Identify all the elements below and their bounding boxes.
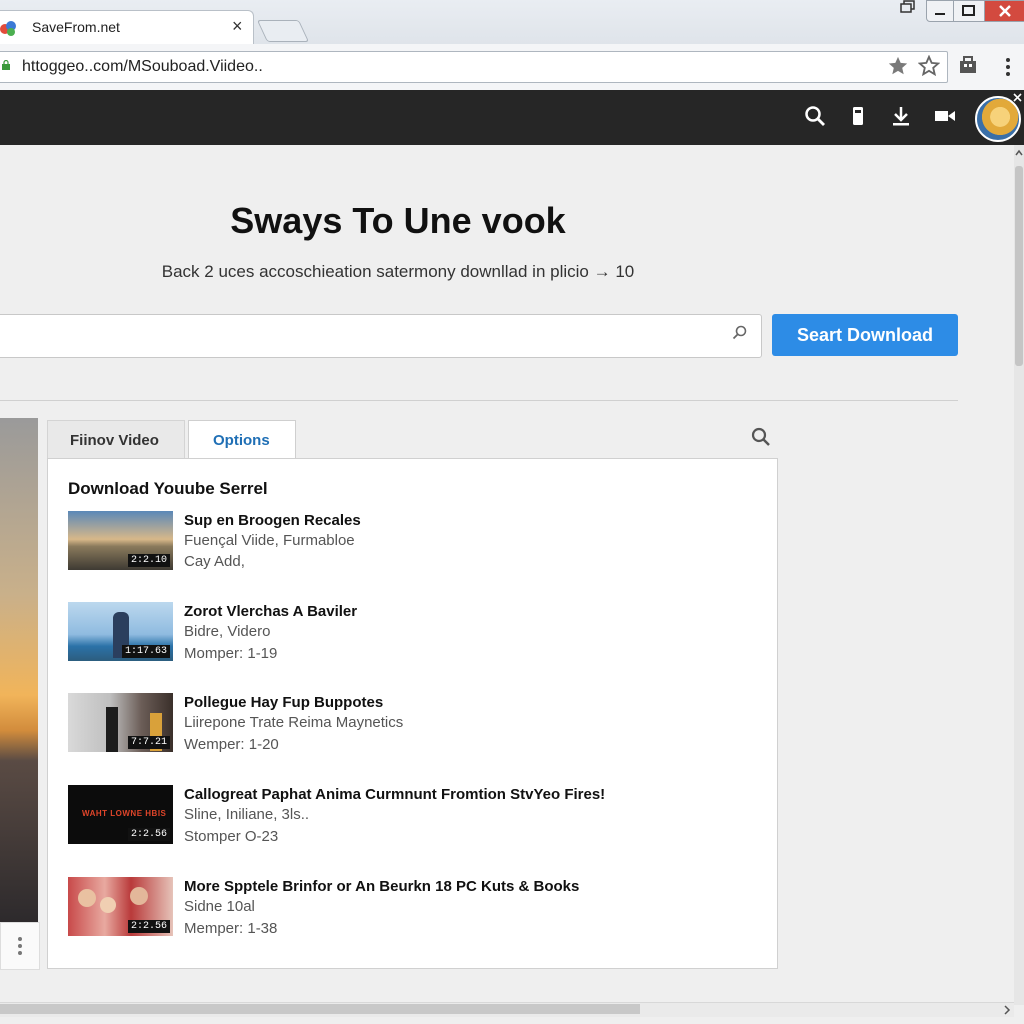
video-meta: Bidre, Videro <box>184 623 271 640</box>
video-duration: 2:2.56 <box>127 828 170 841</box>
maximize-icon <box>962 5 975 16</box>
tab-options-label: Options <box>213 432 270 449</box>
video-thumbnail[interactable]: 2:2.10 <box>68 511 173 570</box>
menu-icon[interactable] <box>1004 56 1012 78</box>
video-duration: 1:17.63 <box>121 645 170 658</box>
url-text[interactable]: httoggeo..com/MSouboad.Viideo.. <box>22 58 263 76</box>
divider <box>0 400 958 401</box>
savefrom-favicon-icon <box>0 21 16 36</box>
video-thumbnail[interactable]: WAHT LOWNE HBIS 2:2.56 <box>68 785 173 844</box>
close-icon <box>999 5 1011 17</box>
video-title[interactable]: More Spptele Brinfor or An Beurkn 18 PC … <box>184 878 579 895</box>
extension-icon[interactable] <box>958 55 978 75</box>
window-close-button[interactable] <box>984 0 1024 22</box>
avatar-close-icon[interactable] <box>1013 93 1022 102</box>
video-title[interactable]: Zorot Vlerchas A Baviler <box>184 603 357 620</box>
panel-search-icon[interactable] <box>750 426 772 448</box>
phone-icon[interactable] <box>846 104 870 128</box>
minimize-icon <box>935 13 945 15</box>
video-duration: 7:7.21 <box>127 736 170 749</box>
tab-find-video-label: Fiinov Video <box>70 432 159 449</box>
more-options-icon[interactable] <box>16 935 24 957</box>
bookmark-star-icon[interactable] <box>918 55 940 77</box>
video-icon[interactable] <box>933 104 957 128</box>
search-field-icon[interactable] <box>731 324 749 342</box>
video-count: Cay Add, <box>184 553 245 570</box>
video-meta: Sidne 10al <box>184 898 255 915</box>
video-thumbnail[interactable]: 2:2.56 <box>68 877 173 936</box>
video-thumbnail[interactable]: 1:17.63 <box>68 602 173 661</box>
page-subtitle: Back 2 uces accoschieation satermony dow… <box>161 262 635 281</box>
video-count: Stomper O-23 <box>184 828 279 845</box>
avatar[interactable] <box>975 96 1021 142</box>
star-icon[interactable] <box>887 55 909 77</box>
video-title[interactable]: Pollegue Hay Fup Buppotes <box>184 694 383 711</box>
tab-title: SaveFrom.net <box>32 19 120 35</box>
site-header <box>0 90 1024 145</box>
thumbnail-text: WAHT LOWNE HBIS <box>82 809 167 818</box>
lock-icon <box>2 60 10 70</box>
scroll-up-icon[interactable] <box>1014 148 1024 158</box>
video-duration: 2:2.10 <box>127 554 170 567</box>
panel-title: Download Youube Serrel <box>68 479 268 498</box>
search-download-button[interactable]: Seart Download <box>772 314 958 356</box>
search-input[interactable] <box>0 314 762 358</box>
video-title[interactable]: Callogreat Paphat Anima Curmnunt Fromtio… <box>184 786 605 803</box>
video-meta: Sline, Iniliane, 3ls.. <box>184 806 310 823</box>
search-icon[interactable] <box>803 104 827 128</box>
scroll-right-icon[interactable] <box>1002 1004 1012 1016</box>
download-icon[interactable] <box>889 104 913 128</box>
video-count: Memper: 1-38 <box>184 920 278 937</box>
page-title: Sways To Une vook <box>230 200 566 241</box>
video-title[interactable]: Sup en Broogen Recales <box>184 512 361 529</box>
video-count: Wemper: 1-20 <box>184 736 279 753</box>
restore-icon[interactable] <box>898 0 918 14</box>
video-count: Momper: 1-19 <box>184 645 278 662</box>
video-meta: Liirepone Trate Reima Maynetics <box>184 714 404 731</box>
window-minimize-button[interactable] <box>926 0 954 22</box>
horizontal-scrollbar-thumb[interactable] <box>0 1004 640 1014</box>
video-duration: 2:2.56 <box>127 920 170 933</box>
vertical-scrollbar-thumb[interactable] <box>1015 166 1023 366</box>
video-thumbnail[interactable]: 7:7.21 <box>68 693 173 752</box>
video-meta: Fuençal Viide, Furmabloe <box>184 532 355 549</box>
tab-close-icon[interactable]: × <box>232 16 243 37</box>
window-maximize-button[interactable] <box>953 0 985 22</box>
background-photo <box>0 418 38 922</box>
